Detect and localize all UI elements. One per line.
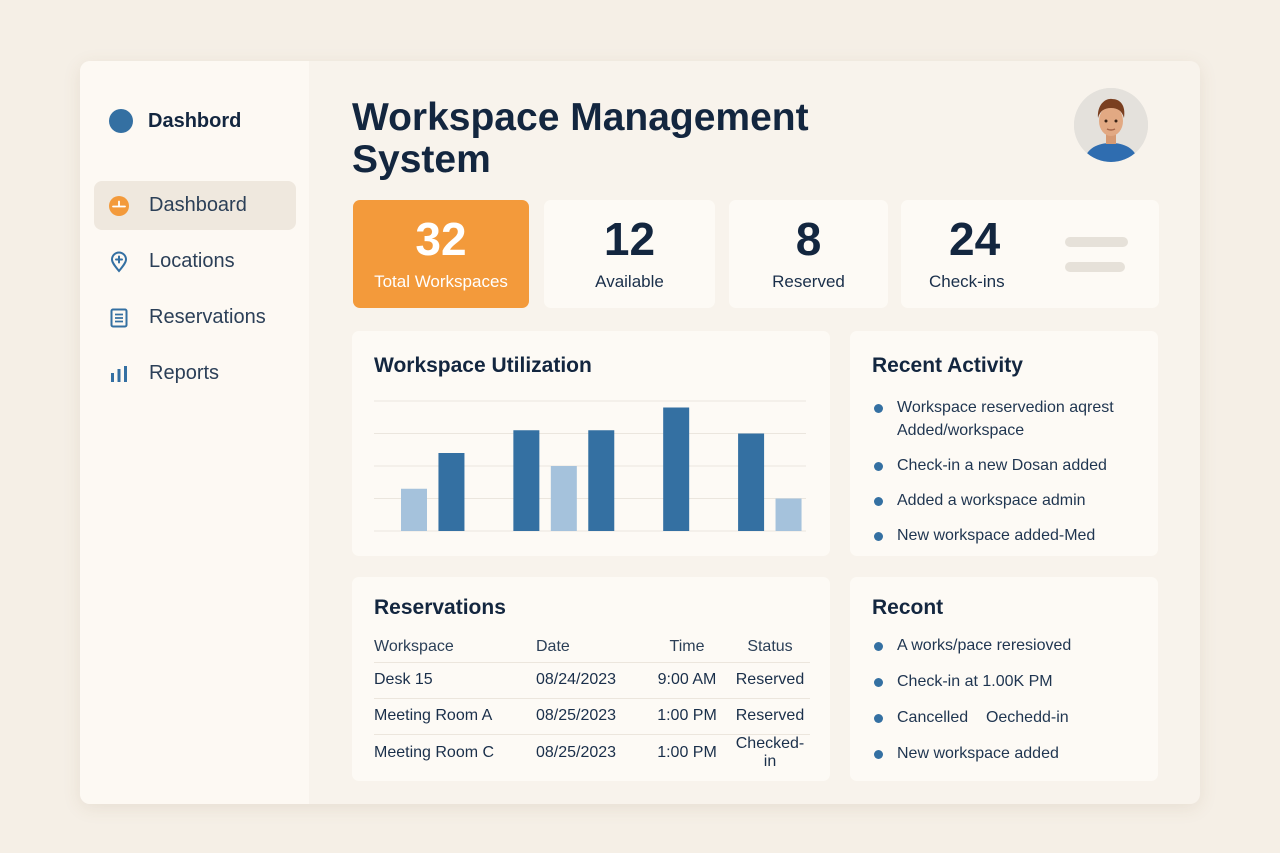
table-cell: Reserved xyxy=(730,697,810,734)
chart-bar[interactable] xyxy=(513,430,540,531)
document-icon xyxy=(108,307,130,329)
location-pin-icon xyxy=(108,251,130,273)
chart-bar[interactable] xyxy=(663,407,690,532)
list-item[interactable]: New workspace added xyxy=(872,742,1152,765)
chart-bar[interactable] xyxy=(738,433,765,532)
recent-activity-card: Recent Activity Workspace reservedion aq… xyxy=(850,331,1158,556)
user-avatar[interactable] xyxy=(1074,88,1148,162)
chart-bar[interactable] xyxy=(438,453,465,531)
list-item[interactable]: Check-in a new Dosan added xyxy=(872,454,1152,477)
chart-bar[interactable] xyxy=(588,430,615,531)
sidebar-item-label: Reservations xyxy=(149,306,266,328)
stat-total-workspaces[interactable]: 32 Total Workspaces xyxy=(353,200,529,308)
brand-name: Dashbord xyxy=(148,109,242,132)
table-cell: Checked-in xyxy=(730,733,810,771)
reservations-table: Workspace Date Time Status Desk 15 08/24… xyxy=(374,632,810,771)
table-row[interactable]: Desk 15 08/24/2023 9:00 AM Reserved xyxy=(374,661,810,698)
page-title-line2: System xyxy=(352,138,491,181)
recent-activity-list: Workspace reservedion aqrest Added/works… xyxy=(872,396,1152,547)
sidebar-item-reports[interactable]: Reports xyxy=(94,349,296,398)
dashboard-icon xyxy=(108,195,130,217)
column-header[interactable]: Date xyxy=(536,632,644,663)
chart-bar[interactable] xyxy=(550,466,577,531)
column-header[interactable]: Status xyxy=(730,632,810,663)
recent-activity-title: Recent Activity xyxy=(872,354,1023,377)
table-cell: 1:00 PM xyxy=(644,733,730,771)
table-cell: Meeting Room C xyxy=(374,733,536,771)
stat-label: Reserved xyxy=(772,272,845,291)
list-item[interactable]: Workspace reservedion aqrest Added/works… xyxy=(872,396,1152,442)
sidebar-item-label: Locations xyxy=(149,250,235,272)
stat-label: Check-ins xyxy=(929,272,1005,291)
sidebar-item-label: Dashboard xyxy=(149,194,247,216)
stat-value: 12 xyxy=(603,213,656,265)
stat-value: 24 xyxy=(949,213,1001,265)
table-cell: 08/25/2023 xyxy=(536,733,644,771)
sidebar-item-dashboard[interactable]: Dashboard xyxy=(94,181,296,230)
list-item[interactable]: A works/pace reresioved xyxy=(872,634,1152,657)
brand[interactable]: Dashbord xyxy=(109,109,241,133)
sidebar-item-label: Reports xyxy=(149,362,220,384)
table-cell: Desk 15 xyxy=(374,661,536,698)
recent-title: Recont xyxy=(872,596,944,619)
table-row[interactable]: Meeting Room A 08/25/2023 1:00 PM Reserv… xyxy=(374,697,810,734)
reservations-title: Reservations xyxy=(374,596,506,619)
stat-value: 8 xyxy=(795,213,822,265)
table-cell: 1:00 PM xyxy=(644,697,730,734)
list-item[interactable]: Cancelled Oechedd-in xyxy=(872,706,1152,729)
list-item[interactable]: Added a workspace admin xyxy=(872,489,1152,512)
placeholder-line xyxy=(1065,237,1128,247)
list-item[interactable]: New workspace added-Med xyxy=(872,524,1152,547)
stat-label: Available xyxy=(595,272,664,291)
table-cell: 9:00 AM xyxy=(644,661,730,698)
table-row[interactable]: Meeting Room C 08/25/2023 1:00 PM Checke… xyxy=(374,733,810,771)
table-cell: Reserved xyxy=(730,661,810,698)
stat-value: 32 xyxy=(415,213,467,265)
sidebar-item-reservations[interactable]: Reservations xyxy=(94,293,296,342)
brand-logo-icon xyxy=(109,109,133,133)
column-header[interactable]: Workspace xyxy=(374,632,536,663)
stat-reserved[interactable]: 8 Reserved xyxy=(729,200,888,308)
sidebar: Dashbord Dashboard Locations Reservation… xyxy=(80,61,309,804)
utilization-chart xyxy=(374,400,806,532)
column-header[interactable]: Time xyxy=(644,632,730,663)
table-header-row: Workspace Date Time Status xyxy=(374,632,810,663)
app-window: Dashbord Dashboard Locations Reservation… xyxy=(80,61,1200,804)
table-cell: Meeting Room A xyxy=(374,697,536,734)
table-cell: 08/24/2023 xyxy=(536,661,644,698)
list-item[interactable]: Check-in at 1.00K PM xyxy=(872,670,1152,693)
placeholder-line xyxy=(1065,262,1125,272)
page-title: Workspace Management System xyxy=(352,97,809,181)
stat-available[interactable]: 12 Available xyxy=(544,200,715,308)
stat-label: Total Workspaces xyxy=(374,272,508,291)
recent-list: A works/pace reresioved Check-in at 1.00… xyxy=(872,634,1152,765)
chart-bar[interactable] xyxy=(401,488,427,531)
page-title-line1: Workspace Management xyxy=(352,96,809,139)
stat-check-ins[interactable]: 24 Check-ins xyxy=(901,200,1159,308)
chart-bar[interactable] xyxy=(775,498,802,532)
avatar-illustration xyxy=(1074,88,1148,162)
sidebar-item-locations[interactable]: Locations xyxy=(94,237,296,286)
sidebar-nav: Dashboard Locations Reservations Reports xyxy=(94,181,296,405)
utilization-card: Workspace Utilization xyxy=(352,331,830,556)
recent-card: Recont A works/pace reresioved Check-in … xyxy=(850,577,1158,781)
bar-chart-icon xyxy=(108,363,130,385)
table-cell: 08/25/2023 xyxy=(536,697,644,734)
placeholder-lines xyxy=(1065,237,1128,287)
reservations-card: Reservations Workspace Date Time Status … xyxy=(352,577,830,781)
